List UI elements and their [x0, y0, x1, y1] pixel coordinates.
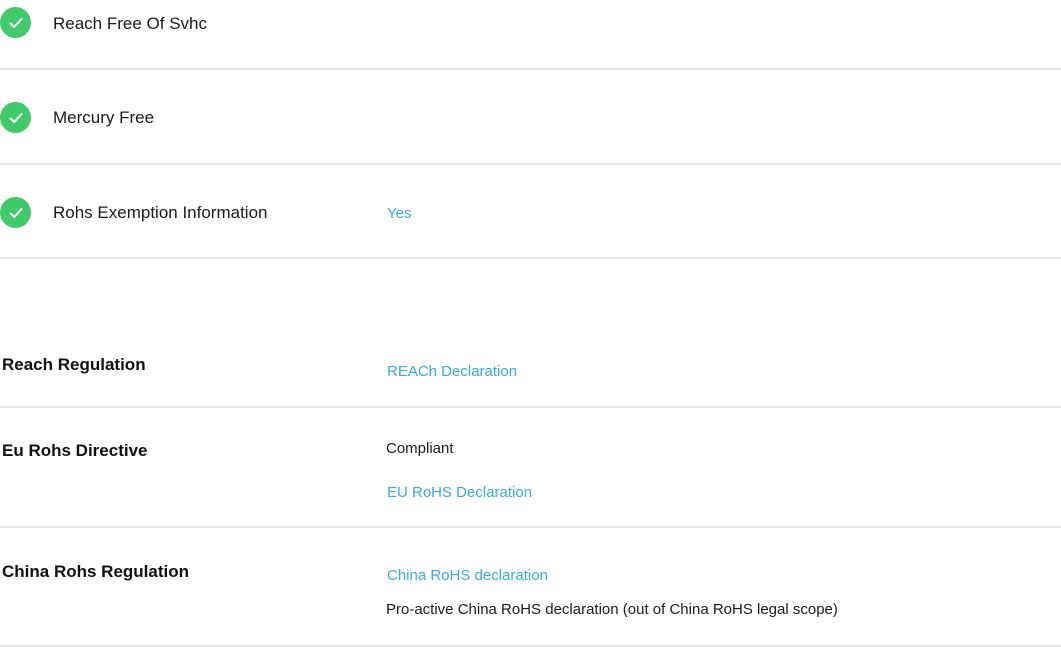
check-row-rohs-exemption-information: Rohs Exemption Information Yes	[0, 193, 1061, 233]
check-row-reach-free-of-svhc: Reach Free Of Svhc	[0, 3, 1061, 43]
check-circle-icon	[0, 7, 31, 38]
check-circle-icon	[0, 102, 31, 133]
rohs-exemption-value-link[interactable]: Yes	[387, 204, 411, 224]
divider	[0, 163, 1061, 165]
check-circle-icon	[0, 197, 31, 228]
regulation-label-eu-rohs: Eu Rohs Directive	[2, 441, 148, 460]
regulation-label-china-rohs: China Rohs Regulation	[2, 562, 189, 581]
divider	[0, 68, 1061, 70]
compliance-panel: Reach Free Of Svhc Mercury Free Rohs Exe…	[0, 0, 1061, 647]
check-label: Mercury Free	[53, 108, 155, 127]
divider	[0, 257, 1061, 259]
check-label: Reach Free Of Svhc	[53, 14, 208, 33]
eu-rohs-declaration-link[interactable]: EU RoHS Declaration	[387, 483, 532, 503]
check-label: Rohs Exemption Information	[53, 203, 268, 222]
divider	[0, 526, 1061, 528]
china-rohs-declaration-link[interactable]: China RoHS declaration	[387, 566, 548, 586]
reach-declaration-link[interactable]: REACh Declaration	[387, 362, 517, 382]
check-row-mercury-free: Mercury Free	[0, 98, 1061, 138]
china-rohs-note: Pro-active China RoHS declaration (out o…	[386, 601, 838, 618]
divider	[0, 406, 1061, 408]
regulation-label-reach: Reach Regulation	[2, 355, 146, 374]
eu-rohs-status: Compliant	[386, 440, 454, 457]
